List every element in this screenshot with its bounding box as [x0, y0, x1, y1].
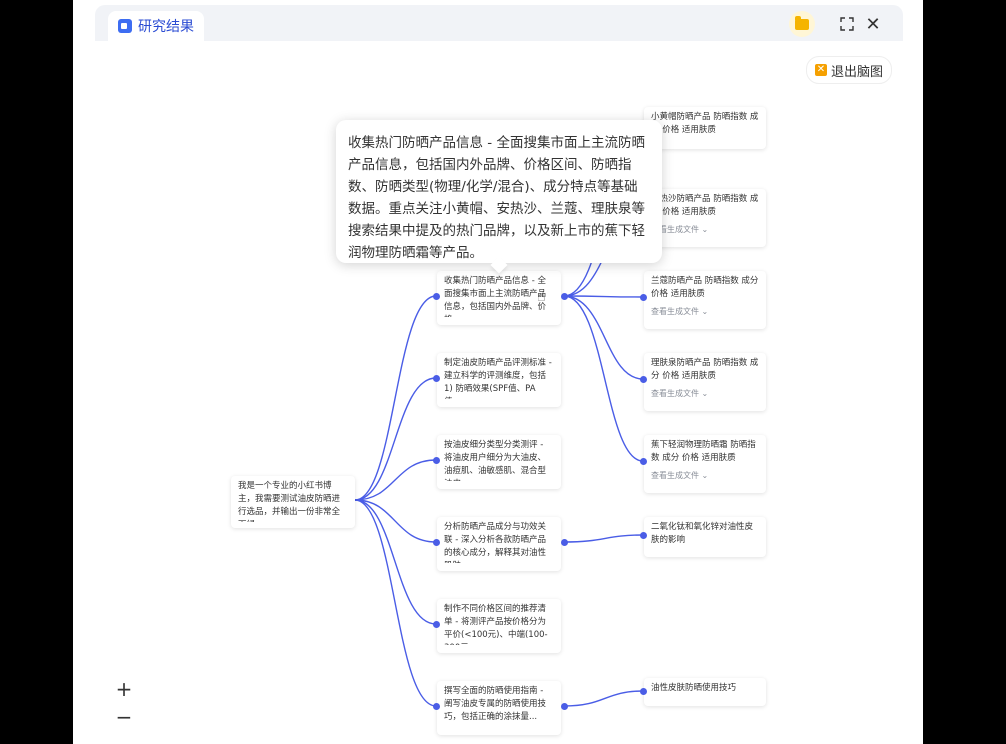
right-black-bar: [923, 0, 1006, 744]
hand-cursor-icon: ☝: [537, 289, 546, 305]
level1-node[interactable]: 制作不同价格区间的推荐清单 - 将测评产品按价格分为平价(<100元)、中端(1…: [437, 599, 561, 653]
level1-node-text: 分析防晒产品成分与功效关联 - 深入分析各款防晒产品的核心成分，解释其对油性肌肤…: [444, 522, 547, 563]
edge-n1-d: [563, 295, 644, 380]
level1-node-text: 撰写全面的防晒使用指南 - 阐写油皮专属的防晒使用技巧，包括正确的涂抹量...: [444, 686, 547, 722]
view-generated-file-link[interactable]: 查看生成文件 ⌄: [651, 387, 759, 400]
level1-node-text: 制定油皮防晒产品评测标准 - 建立科学的评测维度，包括 1) 防晒效果(SPF值…: [444, 358, 552, 399]
level2-node-text: 小黄帽防晒产品 防晒指数 成分 价格 适用肤质: [651, 112, 759, 135]
node-dot: [561, 703, 568, 710]
node-dot: [433, 375, 440, 382]
level2-node[interactable]: 安热沙防晒产品 防晒指数 成分 价格 适用肤质 查看生成文件 ⌄: [644, 189, 766, 247]
zoom-controls: + −: [111, 677, 137, 729]
node-dot: [433, 703, 440, 710]
node-dot: [433, 539, 440, 546]
level2-node-text: 兰蔻防晒产品 防晒指数 成分 价格 适用肤质: [651, 276, 759, 299]
zoom-in-button[interactable]: +: [111, 677, 137, 701]
view-generated-file-link[interactable]: 查看生成文件 ⌄: [651, 223, 759, 236]
level2-node[interactable]: 理肤泉防晒产品 防晒指数 成分 价格 适用肤质 查看生成文件 ⌄: [644, 353, 766, 411]
edge-root-6: [354, 499, 437, 707]
node-dot: [640, 688, 647, 695]
node-dot: [433, 457, 440, 464]
node-dot: [433, 621, 440, 628]
node-dot: [561, 539, 568, 546]
level2-node[interactable]: 兰蔻防晒产品 防晒指数 成分 价格 适用肤质 查看生成文件 ⌄: [644, 271, 766, 329]
level2-node-text: 蕉下轻润物理防晒霜 防晒指数 成分 价格 适用肤质: [651, 440, 756, 463]
level2-node-text: 理肤泉防晒产品 防晒指数 成分 价格 适用肤质: [651, 358, 759, 381]
zoom-out-button[interactable]: −: [111, 705, 137, 729]
level2-node[interactable]: 二氧化钛和氧化锌对油性皮肤的影响: [644, 517, 766, 557]
view-generated-file-link[interactable]: 查看生成文件 ⌄: [651, 305, 759, 318]
edge-root-4: [354, 499, 437, 543]
node-dot: [640, 294, 647, 301]
node-dot: [640, 532, 647, 539]
level1-node-text: 按油皮细分类型分类测评 - 将油皮用户细分为大油皮、油痘肌、油敏感肌、混合型油皮…: [444, 440, 547, 481]
node-dot: [561, 293, 568, 300]
level1-node[interactable]: 分析防晒产品成分与功效关联 - 深入分析各款防晒产品的核心成分，解释其对油性肌肤…: [437, 517, 561, 571]
node-dot: [640, 458, 647, 465]
level2-node[interactable]: 油性皮肤防晒使用技巧: [644, 678, 766, 706]
level2-node[interactable]: 小黄帽防晒产品 防晒指数 成分 价格 适用肤质: [644, 107, 766, 149]
level2-node[interactable]: 蕉下轻润物理防晒霜 防晒指数 成分 价格 适用肤质 查看生成文件 ⌄: [644, 435, 766, 493]
node-dot: [640, 376, 647, 383]
level1-node-text: 制作不同价格区间的推荐清单 - 将测评产品按价格分为平价(<100元)、中端(1…: [444, 604, 548, 645]
level2-node-text: 油性皮肤防晒使用技巧: [651, 683, 737, 693]
level1-node[interactable]: 撰写全面的防晒使用指南 - 阐写油皮专属的防晒使用技巧，包括正确的涂抹量...: [437, 681, 561, 735]
node-dot: [433, 293, 440, 300]
edge-n1-e: [563, 295, 644, 462]
root-node-text: 我是一个专业的小红书博主，我需要测试油皮防晒进行选品，并输出一份非常全面绿...: [238, 481, 341, 522]
view-generated-file-link[interactable]: 查看生成文件 ⌄: [651, 469, 759, 482]
edge-n4-a: [563, 534, 644, 543]
tooltip-text: 收集热门防晒产品信息 - 全面搜集市面上主流防晒产品信息，包括国内外品牌、价格区…: [348, 135, 645, 261]
edge-root-1: [354, 295, 437, 501]
root-node[interactable]: 我是一个专业的小红书博主，我需要测试油皮防晒进行选品，并输出一份非常全面绿...: [231, 476, 355, 528]
edge-n1-c: [563, 295, 644, 298]
edge-n6-a: [563, 690, 644, 707]
level2-node-text: 安热沙防晒产品 防晒指数 成分 价格 适用肤质: [651, 194, 759, 217]
edge-root-3: [354, 459, 437, 501]
level2-node-text: 二氧化钛和氧化锌对油性皮肤的影响: [651, 522, 754, 545]
research-result-window: 研究结果 ✕ ✕ 退出脑图 我是一个专业的小红书博主，我需要测试油皮防晒进行选品…: [95, 5, 903, 744]
node-tooltip: 收集热门防晒产品信息 - 全面搜集市面上主流防晒产品信息，包括国内外品牌、价格区…: [336, 120, 662, 263]
level1-node[interactable]: 制定油皮防晒产品评测标准 - 建立科学的评测维度，包括 1) 防晒效果(SPF值…: [437, 353, 561, 407]
level1-node[interactable]: 按油皮细分类型分类测评 - 将油皮用户细分为大油皮、油痘肌、油敏感肌、混合型油皮…: [437, 435, 561, 489]
left-black-bar: [0, 0, 73, 744]
